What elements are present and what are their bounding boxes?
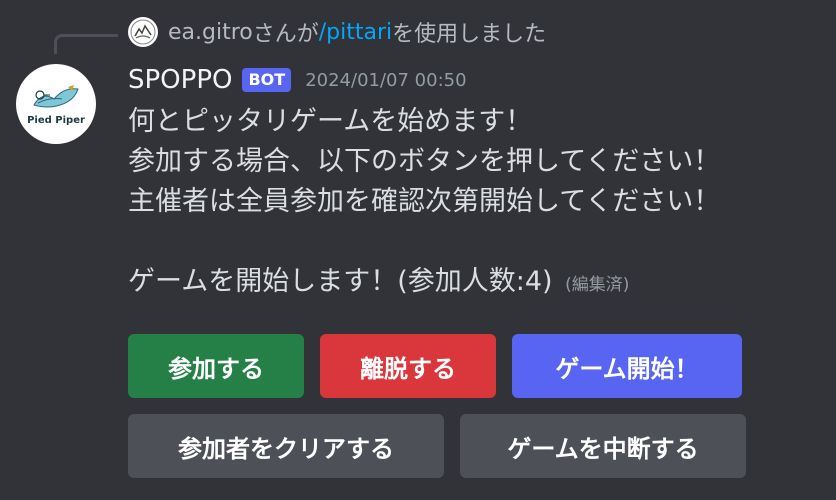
reply-username[interactable]: ea.gitro — [168, 20, 253, 45]
message-timestamp[interactable]: 2024/01/07 00:50 — [305, 70, 466, 91]
pied-piper-logo-icon — [33, 84, 79, 107]
reply-middle-text: さんが — [252, 22, 319, 47]
bot-avatar[interactable]: Pied Piper — [16, 64, 96, 144]
reply-reference[interactable]: ea.gitro さんが /pittari を使用しました — [128, 16, 546, 48]
bot-badge: BOT — [242, 68, 292, 92]
message-header: SPOPPO BOT 2024/01/07 00:50 — [128, 62, 467, 98]
reply-avatar[interactable] — [128, 17, 158, 47]
message-line: 主催者は全員参加を確認次第開始してください！ — [128, 186, 721, 217]
edited-label: (編集済) — [565, 275, 630, 295]
reply-connector-line — [54, 34, 118, 54]
message-line: 何とピッタリゲームを始めます！ — [128, 106, 533, 137]
clear-participants-button[interactable]: 参加者をクリアする — [128, 414, 444, 478]
join-button[interactable]: 参加する — [128, 334, 304, 398]
reply-command-link[interactable]: /pittari — [319, 20, 392, 45]
message-line: 参加する場合、以下のボタンを押してください！ — [128, 146, 721, 177]
message-username[interactable]: SPOPPO — [128, 65, 232, 95]
leave-button[interactable]: 離脱する — [320, 334, 496, 398]
avatar-logo-text: Pied Piper — [27, 114, 85, 126]
message-content: 何とピッタリゲームを始めます！ 参加する場合、以下のボタンを押してください！ 主… — [128, 102, 828, 302]
start-game-button[interactable]: ゲーム開始！ — [512, 334, 742, 398]
message-status-line: ゲームを開始します！(参加人数:4) (編集済) — [128, 262, 828, 302]
abort-game-button[interactable]: ゲームを中断する — [460, 414, 746, 478]
status-text: ゲームを開始します！(参加人数:4) — [128, 266, 553, 297]
reply-suffix-text: を使用しました — [392, 22, 547, 47]
